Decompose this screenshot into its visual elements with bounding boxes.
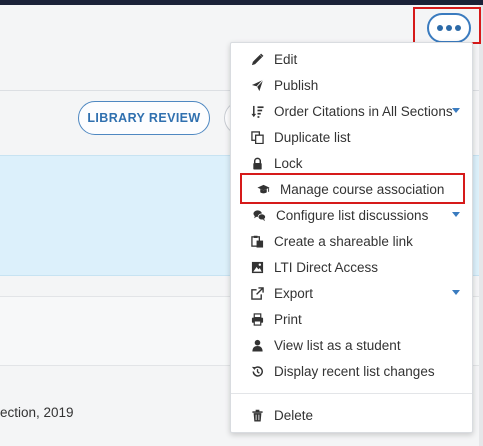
clipboard-icon [250, 234, 264, 248]
menu-item-label: View list as a student [274, 337, 401, 353]
comments-icon [252, 208, 266, 222]
paper-plane-icon [250, 78, 264, 92]
menu-item-label: Duplicate list [274, 129, 351, 145]
menu-item-label: Display recent list changes [274, 363, 435, 379]
citation-text: ection, 2019 [0, 405, 74, 420]
menu-item-edit[interactable]: Edit [231, 46, 472, 72]
scrollbar-track[interactable] [479, 5, 483, 446]
menu-item-configure-list-discussions[interactable]: Configure list discussions [231, 202, 472, 228]
highlight-box-more-actions [413, 7, 481, 44]
menu-item-lti-direct-access[interactable]: LTI Direct Access [231, 254, 472, 280]
menu-item-label: Print [274, 311, 302, 327]
menu-item-label: Export [274, 285, 314, 301]
menu-item-label: Create a shareable link [274, 233, 413, 249]
menu-item-label: Lock [274, 155, 303, 171]
menu-item-view-as-student[interactable]: View list as a student [231, 332, 472, 358]
actions-menu: Edit Publish Order Citations in All Sect… [230, 42, 473, 433]
user-icon [250, 338, 264, 352]
external-link-icon [250, 286, 264, 300]
image-icon [250, 260, 264, 274]
menu-item-label: Order Citations in All Sections [274, 103, 453, 119]
menu-item-label: Publish [274, 77, 319, 93]
menu-item-create-shareable-link[interactable]: Create a shareable link [231, 228, 472, 254]
menu-item-delete[interactable]: Delete [231, 402, 472, 428]
menu-item-order-citations[interactable]: Order Citations in All Sections [231, 98, 472, 124]
printer-icon [250, 312, 264, 326]
highlight-box-manage-course [240, 173, 465, 204]
menu-item-print[interactable]: Print [231, 306, 472, 332]
chevron-down-icon[interactable] [452, 108, 460, 113]
menu-item-label: LTI Direct Access [274, 259, 379, 275]
menu-item-display-recent-changes[interactable]: Display recent list changes [231, 358, 472, 384]
pencil-icon [250, 52, 264, 66]
menu-item-duplicate-list[interactable]: Duplicate list [231, 124, 472, 150]
menu-item-label: Edit [274, 51, 298, 67]
page: LIBRARY REVIEW ection, 2019 Edit Publish… [0, 0, 483, 446]
menu-divider [231, 393, 472, 394]
copy-icon [250, 130, 264, 144]
menu-item-label: Delete [274, 407, 314, 423]
chevron-down-icon[interactable] [452, 290, 460, 295]
chevron-down-icon[interactable] [452, 212, 460, 217]
sort-icon [250, 104, 264, 118]
lock-icon [250, 156, 264, 170]
menu-item-label: Configure list discussions [276, 207, 429, 223]
menu-item-publish[interactable]: Publish [231, 72, 472, 98]
menu-item-export[interactable]: Export [231, 280, 472, 306]
history-icon [250, 364, 264, 378]
trash-icon [250, 408, 264, 422]
library-review-button[interactable]: LIBRARY REVIEW [78, 101, 210, 135]
